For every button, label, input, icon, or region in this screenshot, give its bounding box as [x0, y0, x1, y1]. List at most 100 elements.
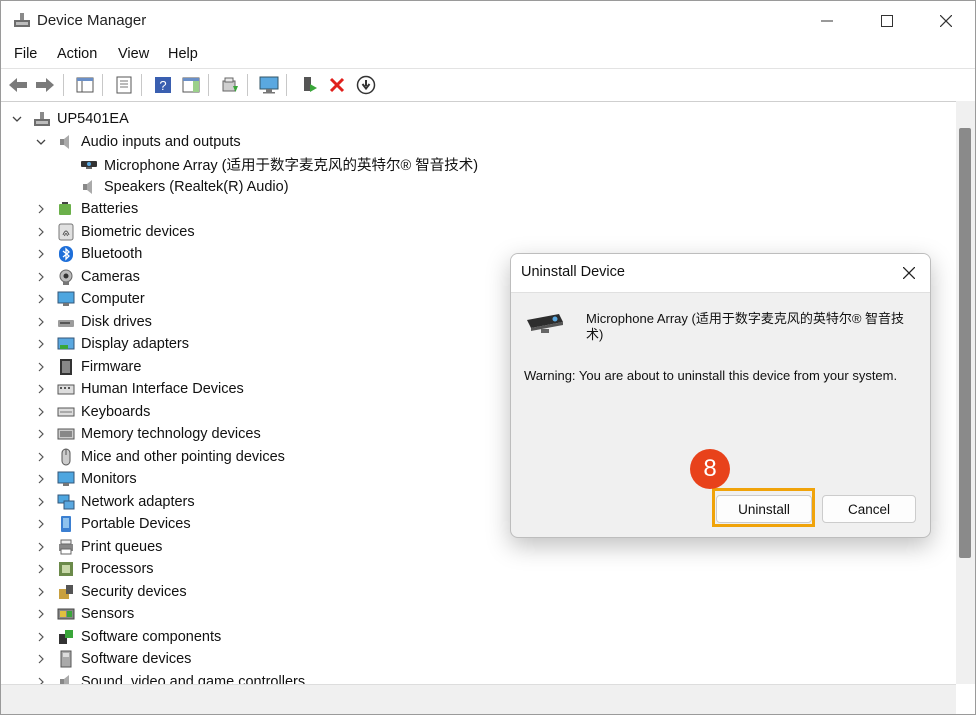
expand-category-chevron[interactable] — [36, 648, 46, 670]
tree-category-10[interactable]: Keyboards — [57, 401, 150, 423]
webcam-icon — [81, 161, 97, 169]
tree-category-8[interactable]: Firmware — [57, 356, 141, 378]
expand-category-chevron[interactable] — [36, 671, 46, 684]
maximize-button[interactable] — [859, 1, 915, 41]
tree-category-12[interactable]: Mice and other pointing devices — [57, 446, 285, 468]
expand-category-chevron[interactable] — [36, 221, 46, 243]
forward-button[interactable] — [34, 74, 56, 96]
help-button[interactable]: ? — [152, 74, 174, 96]
menu-action[interactable]: Action — [57, 46, 97, 62]
expand-category-chevron[interactable] — [36, 423, 46, 445]
expand-category-chevron[interactable] — [36, 468, 46, 490]
expand-category-chevron[interactable] — [36, 401, 46, 423]
tree-category-4[interactable]: Cameras — [57, 266, 140, 288]
tree-category-label: Print queues — [81, 538, 163, 555]
expand-category-chevron[interactable] — [36, 333, 46, 355]
menu-help[interactable]: Help — [168, 46, 198, 62]
toolbar-separator — [141, 74, 142, 96]
speaker-icon — [83, 180, 92, 194]
tree-category-15[interactable]: Portable Devices — [57, 513, 191, 535]
expand-category-chevron[interactable] — [36, 603, 46, 625]
tree-device-microphone[interactable]: Microphone Array (适用于数字麦克风的英特尔® 智音技术) — [80, 153, 478, 175]
chevron-right-icon — [38, 407, 44, 416]
expand-category-chevron[interactable] — [36, 491, 46, 513]
tree-category-17[interactable]: Processors — [57, 558, 154, 580]
chevron-right-icon — [38, 474, 44, 484]
back-arrow-icon — [9, 78, 27, 92]
tree-category-3[interactable]: Bluetooth — [57, 243, 142, 265]
show-hide-action-pane-button[interactable] — [180, 74, 202, 96]
tree-root-computer[interactable]: UP5401EA — [33, 108, 129, 130]
minimize-button[interactable] — [799, 1, 855, 41]
tree-category-label: Sensors — [81, 606, 135, 622]
tree-category-13[interactable]: Monitors — [57, 468, 137, 490]
expand-category-chevron[interactable] — [36, 378, 46, 400]
show-hide-console-tree-button[interactable] — [74, 74, 96, 96]
tree-device-speakers[interactable]: Speakers (Realtek(R) Audio) — [80, 176, 289, 198]
expand-category-chevron[interactable] — [36, 581, 46, 603]
expand-category-chevron[interactable] — [36, 446, 46, 468]
disable-device-button[interactable] — [355, 74, 377, 96]
tree-category-1[interactable]: Batteries — [57, 198, 138, 220]
tree-category-11[interactable]: Memory technology devices — [57, 423, 261, 445]
back-button[interactable] — [7, 74, 29, 96]
tree-category-label: Software devices — [81, 651, 192, 667]
chevron-right-icon — [38, 677, 44, 684]
expand-category-chevron[interactable] — [36, 626, 46, 648]
chevron-right-icon — [38, 452, 44, 461]
tree-category-7[interactable]: Display adapters — [57, 333, 189, 355]
tree-category-16[interactable]: Print queues — [57, 536, 162, 558]
chevron-right-icon — [38, 632, 44, 641]
maximize-icon — [881, 15, 893, 27]
collapse-audio-chevron[interactable] — [36, 131, 46, 153]
tree-category-9[interactable]: Human Interface Devices — [57, 378, 244, 400]
close-button[interactable] — [918, 1, 974, 41]
vertical-scrollbar-thumb[interactable] — [959, 128, 971, 558]
tree-category-5[interactable]: Computer — [57, 288, 145, 310]
tree-category-label: Computer — [81, 291, 145, 307]
menu-view[interactable]: View — [118, 46, 149, 62]
chevron-right-icon — [38, 339, 44, 349]
chevron-down-icon — [36, 139, 46, 145]
collapse-root-chevron[interactable] — [12, 108, 22, 130]
chevron-right-icon — [38, 429, 44, 439]
disk-drive-icon — [58, 319, 74, 327]
expand-category-chevron[interactable] — [36, 266, 46, 288]
tree-category-14[interactable]: Network adapters — [57, 491, 195, 513]
expand-category-chevron[interactable] — [36, 198, 46, 220]
tree-category-label: Security devices — [81, 583, 187, 600]
tree-category-19[interactable]: Sensors — [57, 603, 134, 625]
expand-category-chevron[interactable] — [36, 288, 46, 310]
mouse-icon — [61, 448, 71, 465]
tree-category-21[interactable]: Software devices — [57, 648, 191, 670]
display-adapter-icon — [57, 337, 75, 350]
enable-device-button[interactable] — [298, 74, 320, 96]
update-driver-button[interactable] — [219, 74, 241, 96]
keyboard-icon — [57, 407, 75, 416]
expand-category-chevron[interactable] — [36, 513, 46, 535]
tree-category-22[interactable]: Sound, video and game controllers — [57, 671, 305, 684]
tree-category-label: Firmware — [81, 358, 142, 375]
tree-category-20[interactable]: Software components — [57, 626, 221, 648]
cancel-button[interactable]: Cancel — [822, 495, 916, 523]
tree-category-6[interactable]: Disk drives — [57, 311, 152, 333]
expand-category-chevron[interactable] — [36, 558, 46, 580]
expand-category-chevron[interactable] — [36, 536, 46, 558]
scan-hardware-button[interactable] — [258, 74, 280, 96]
tree-category-2[interactable]: Biometric devices — [57, 221, 195, 243]
minimize-icon — [821, 20, 833, 22]
vertical-scrollbar[interactable] — [956, 101, 975, 684]
horizontal-scrollbar[interactable] — [1, 684, 956, 714]
dialog-title-bar: Uninstall Device — [511, 254, 930, 293]
tree-category-label: Network adapters — [81, 493, 195, 510]
expand-category-chevron[interactable] — [36, 311, 46, 333]
properties-button[interactable] — [113, 74, 135, 96]
expand-category-chevron[interactable] — [36, 243, 46, 265]
security-device-icon — [59, 584, 73, 599]
uninstall-device-button[interactable] — [326, 74, 348, 96]
menu-file[interactable]: File — [14, 46, 37, 62]
dialog-close-button[interactable] — [896, 260, 922, 286]
tree-category-audio[interactable]: Audio inputs and outputs — [57, 131, 241, 153]
expand-category-chevron[interactable] — [36, 356, 46, 378]
tree-category-18[interactable]: Security devices — [57, 581, 187, 603]
